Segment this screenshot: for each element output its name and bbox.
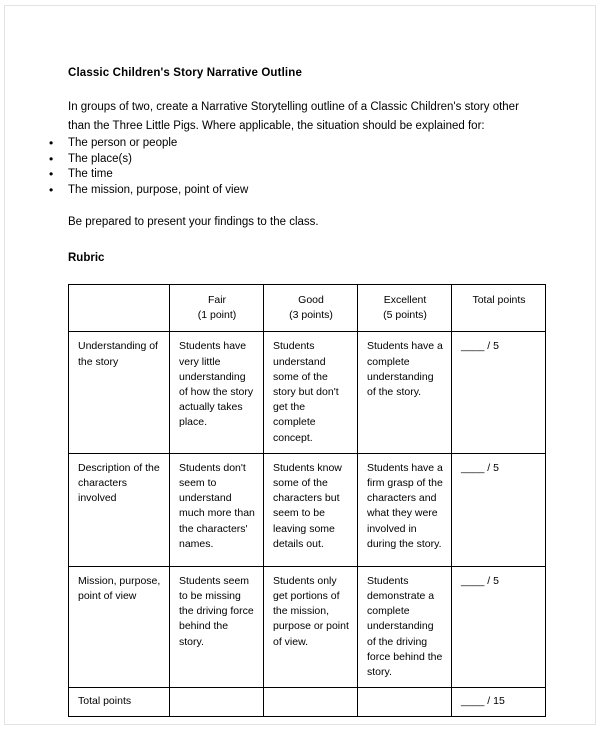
table-total-row: Total points ____ / 15 — [68, 687, 546, 718]
closing-instruction: Be prepared to present your findings to … — [68, 216, 319, 228]
intro-paragraph: In groups of two, create a Narrative Sto… — [68, 101, 519, 132]
criteria-bullet-list: • The person or people • The place(s) • The… — [49, 136, 546, 199]
column-header-excellent-label: Excellent — [383, 294, 427, 306]
list-item: • The time — [49, 167, 546, 183]
row-excellent: Students have a complete understanding o… — [357, 331, 452, 454]
column-header-excellent-points: (5 points) — [383, 309, 427, 322]
row-excellent: Students have a firm grasp of the charac… — [357, 452, 452, 567]
list-item: • The mission, purpose, point of view — [49, 183, 546, 199]
total-row-fair — [169, 687, 264, 718]
row-points-blank[interactable]: ____ / 5 — [451, 452, 546, 567]
list-item-label: The time — [68, 168, 113, 180]
row-fair: Students don't seem to understand much m… — [169, 452, 264, 567]
column-header-fair-points: (1 point) — [197, 309, 237, 322]
row-good: Students know some of the characters but… — [263, 452, 358, 567]
bullet-icon: • — [49, 167, 54, 181]
list-item: • The person or people — [49, 136, 546, 152]
table-row: Understanding of the story Students have… — [68, 331, 546, 454]
bullet-icon: • — [49, 136, 54, 150]
total-row-good — [263, 687, 358, 718]
table-row: Description of the characters involved S… — [68, 452, 546, 567]
document-content: Classic Children's Story Narrative Outli… — [49, 66, 546, 718]
row-points-blank[interactable]: ____ / 5 — [451, 331, 546, 454]
row-fair: Students have very little understanding … — [169, 331, 264, 454]
row-criterion: Mission, purpose, point of view — [68, 565, 170, 689]
table-row: Mission, purpose, point of view Students… — [68, 565, 546, 689]
list-item-label: The mission, purpose, point of view — [68, 183, 249, 196]
list-item: • The place(s) — [49, 152, 546, 168]
column-header-total-points: Total points — [451, 283, 546, 333]
row-fair: Students seem to be missing the driving … — [169, 565, 264, 689]
list-item-label: The person or people — [68, 137, 178, 149]
row-excellent: Students demonstrate a complete understa… — [357, 565, 452, 689]
row-points-blank[interactable]: ____ / 5 — [451, 565, 546, 689]
column-header-fair-label: Fair — [207, 294, 227, 306]
total-row-label: Total points — [68, 687, 170, 718]
column-header-criterion — [68, 283, 170, 333]
total-row-points-blank[interactable]: ____ / 15 — [451, 687, 546, 718]
row-criterion: Understanding of the story — [68, 331, 170, 454]
bullet-icon: • — [49, 182, 54, 197]
total-row-excellent — [357, 687, 452, 718]
column-header-good: Good (3 points) — [263, 283, 358, 333]
document-page: Classic Children's Story Narrative Outli… — [0, 0, 600, 730]
table-header-row: Fair (1 point) Good (3 points) Excellent… — [68, 283, 546, 333]
page-title: Classic Children's Story Narrative Outli… — [68, 67, 302, 79]
column-header-total-points-label: Total points — [472, 294, 526, 306]
column-header-excellent: Excellent (5 points) — [357, 283, 452, 333]
row-good: Students understand some of the story bu… — [263, 331, 358, 454]
column-header-fair: Fair (1 point) — [169, 283, 264, 333]
column-header-good-label: Good — [298, 294, 324, 306]
row-criterion: Description of the characters involved — [68, 452, 170, 567]
column-header-good-points: (3 points) — [289, 309, 333, 322]
bullet-icon: • — [49, 151, 54, 166]
rubric-table: Fair (1 point) Good (3 points) Excellent… — [68, 283, 546, 718]
row-good: Students only get portions of the missio… — [263, 565, 358, 689]
rubric-heading: Rubric — [68, 252, 105, 264]
list-item-label: The place(s) — [68, 152, 132, 165]
